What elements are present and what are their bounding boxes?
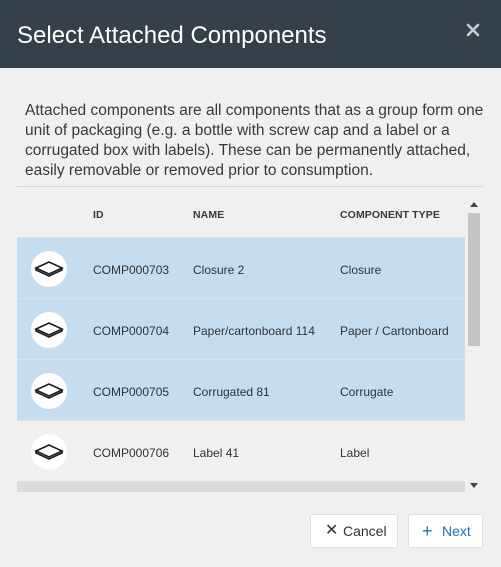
scroll-up-arrow-icon[interactable] — [470, 202, 478, 207]
component-name: Label 41 — [193, 446, 240, 460]
package-diamond-icon — [31, 373, 67, 409]
table-row[interactable]: COMP000703 Closure 2 Closure — [17, 237, 465, 298]
table-row[interactable]: COMP000706 Label 41 Label — [17, 420, 465, 481]
cancel-button-label: Cancel — [343, 523, 387, 539]
column-header-component-type: COMPONENT TYPE — [340, 209, 440, 221]
component-name: Closure 2 — [193, 263, 245, 277]
select-attached-components-dialog: Select Attached Components Attached comp… — [0, 0, 501, 567]
component-type: Paper / Cartonboard — [340, 324, 449, 338]
dialog-header: Select Attached Components — [0, 0, 501, 68]
package-diamond-icon — [31, 312, 67, 348]
column-header-id: ID — [93, 209, 104, 221]
component-id: COMP000706 — [93, 446, 170, 460]
component-type: Closure — [340, 263, 382, 277]
package-diamond-icon — [31, 251, 67, 287]
component-id: COMP000703 — [93, 263, 170, 277]
dialog-title: Select Attached Components — [17, 22, 327, 49]
cancel-button[interactable]: ✕ Cancel — [310, 514, 398, 548]
table-header: ID NAME COMPONENT TYPE — [17, 187, 465, 237]
table-scrollbar[interactable] — [465, 187, 483, 492]
component-type: Corrugate — [340, 385, 394, 399]
dialog-description: Attached components are all components t… — [25, 102, 484, 179]
next-button-label: Next — [442, 523, 471, 539]
component-id: COMP000704 — [93, 324, 170, 338]
table-row[interactable]: COMP000704 Paper/cartonboard 114 Paper /… — [17, 298, 465, 359]
component-type: Label — [340, 446, 370, 460]
components-table: ID NAME COMPONENT TYPE COMP000703 Closur… — [17, 186, 483, 492]
table-row[interactable]: COMP000705 Corrugated 81 Corrugate — [17, 359, 465, 420]
next-button[interactable]: + Next — [408, 514, 483, 548]
component-id: COMP000705 — [93, 385, 170, 399]
scrollbar-thumb[interactable] — [468, 213, 480, 346]
close-icon[interactable] — [464, 21, 482, 39]
scroll-down-arrow-icon[interactable] — [470, 483, 478, 488]
close-icon: ✕ — [325, 522, 339, 539]
table-body: COMP000703 Closure 2 Closure COMP000704 … — [17, 237, 465, 492]
column-header-name: NAME — [193, 209, 225, 221]
table-row-partial[interactable] — [17, 481, 465, 492]
component-name: Paper/cartonboard 114 — [193, 324, 315, 338]
package-diamond-icon — [31, 434, 67, 470]
plus-icon: + — [422, 521, 433, 541]
component-name: Corrugated 81 — [193, 385, 270, 399]
